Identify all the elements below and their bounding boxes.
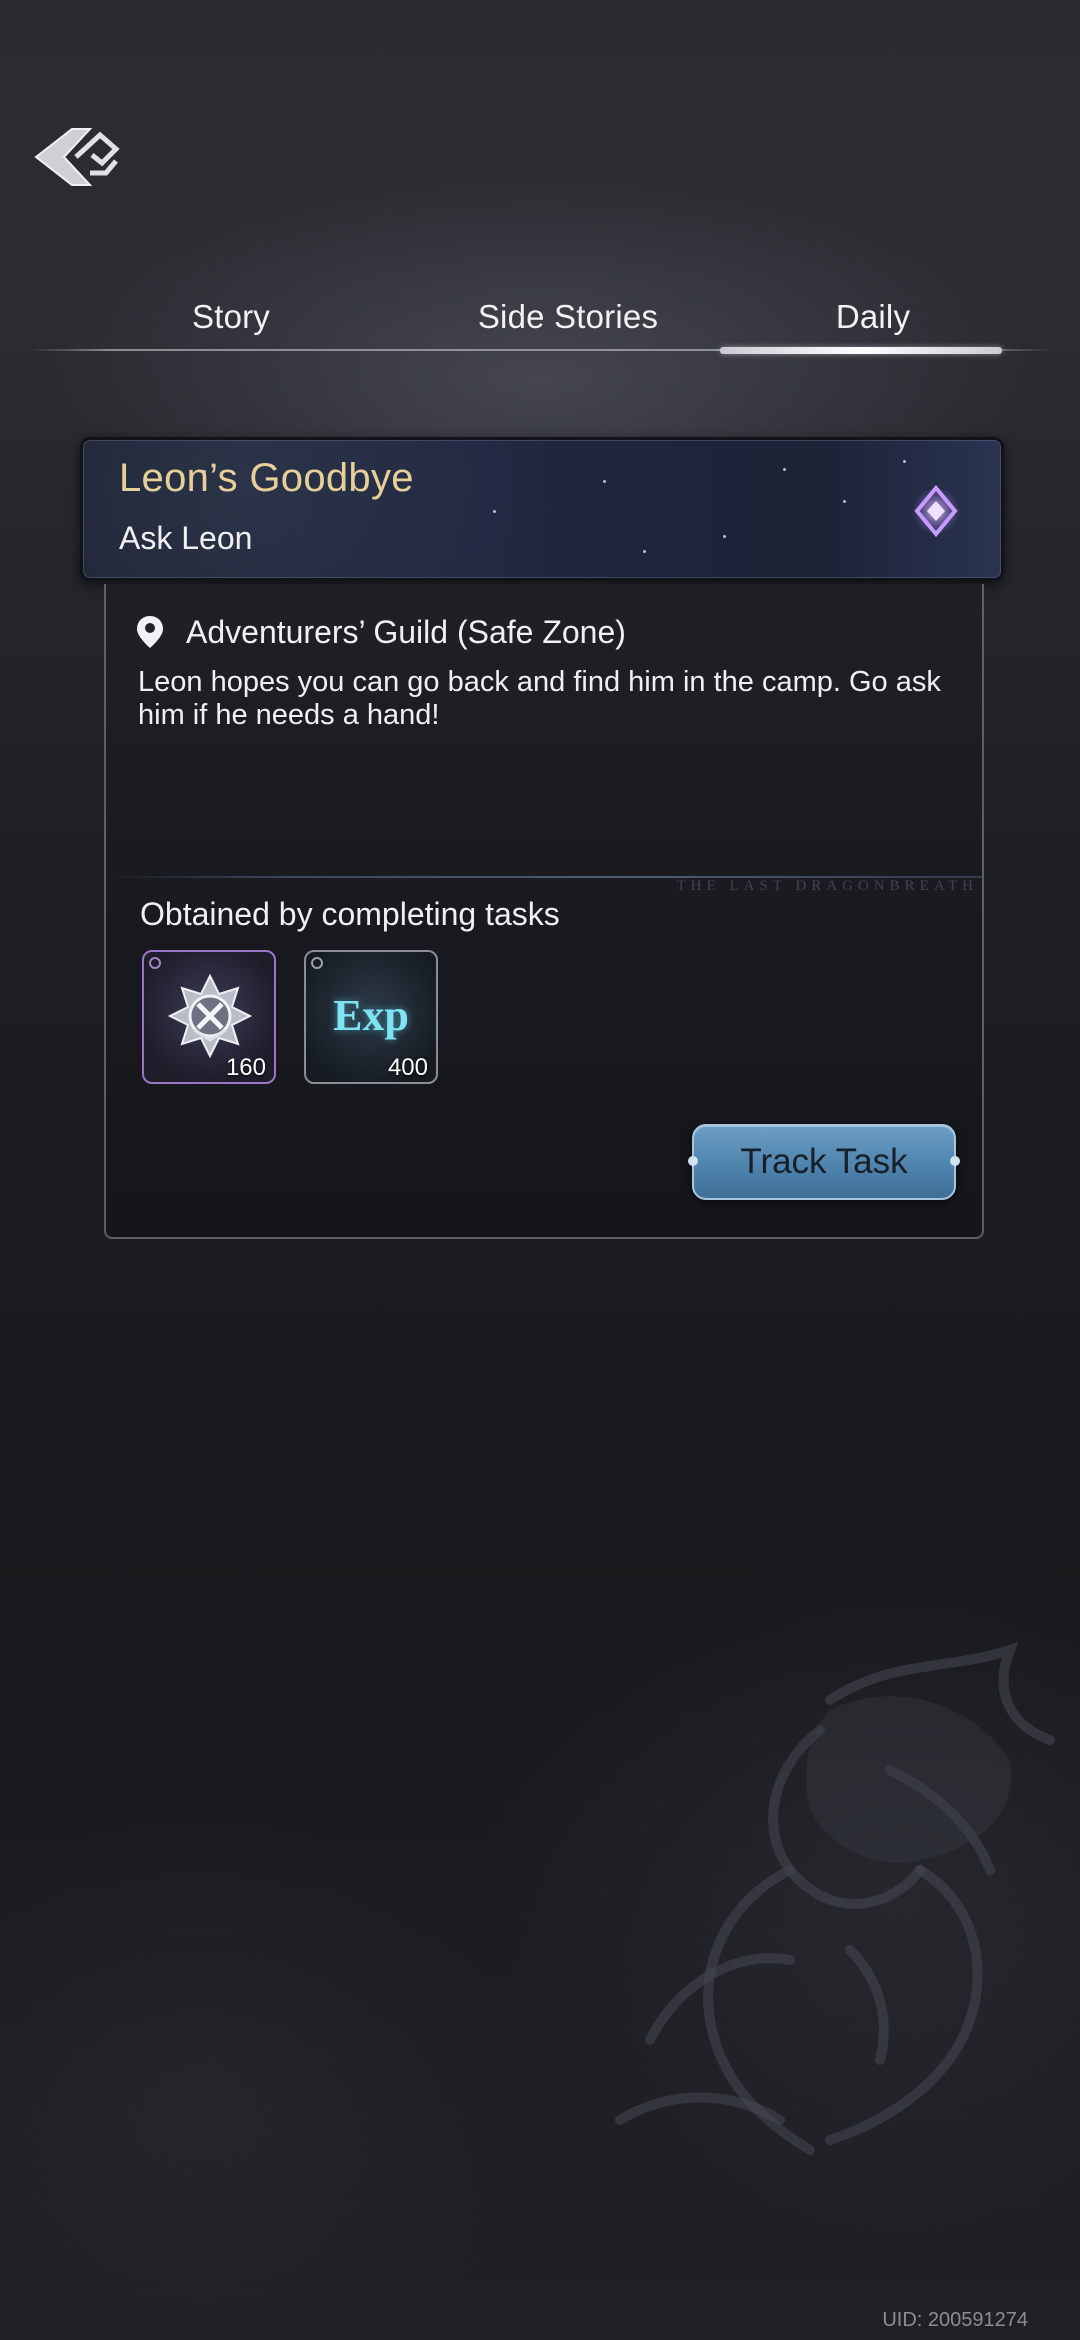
star-decoration bbox=[643, 550, 646, 553]
active-tab-indicator bbox=[720, 347, 1002, 354]
corner-ornament bbox=[311, 957, 323, 969]
emblem-icon bbox=[167, 973, 253, 1059]
track-task-button[interactable]: Track Task bbox=[688, 1124, 960, 1200]
reward-count: 400 bbox=[387, 1054, 428, 1081]
corner-ornament bbox=[149, 957, 161, 969]
star-decoration bbox=[783, 468, 786, 471]
back-arrow-icon bbox=[34, 128, 120, 186]
diamond-marker-icon bbox=[912, 484, 960, 538]
star-decoration bbox=[493, 510, 496, 513]
location-text: Adventurers’ Guild (Safe Zone) bbox=[186, 613, 626, 650]
quest-tabs: Story Side Stories Daily bbox=[28, 280, 1052, 356]
quest-description: Leon hopes you can go back and find him … bbox=[138, 666, 941, 731]
quest-title: Leon’s Goodbye bbox=[119, 456, 414, 500]
location-pin-icon bbox=[137, 616, 163, 648]
reward-count: 160 bbox=[225, 1054, 266, 1081]
quest-header-card[interactable]: Leon’s Goodbye Ask Leon bbox=[80, 437, 1004, 581]
star-decoration bbox=[843, 500, 846, 503]
button-ornament bbox=[950, 1156, 960, 1166]
dragon-emblem-decoration bbox=[615, 1641, 1055, 2155]
star-decoration bbox=[723, 535, 726, 538]
reward-item-emblem[interactable]: 160 bbox=[142, 950, 276, 1084]
location-row: Adventurers’ Guild (Safe Zone) bbox=[136, 610, 626, 654]
back-button[interactable] bbox=[30, 115, 126, 199]
track-task-label: Track Task bbox=[740, 1142, 908, 1181]
watermark-text: THE LAST DRAGONBREATH bbox=[676, 878, 978, 894]
star-decoration bbox=[603, 480, 606, 483]
user-id-text: UID: 200591274 bbox=[882, 2309, 1028, 2331]
button-ornament bbox=[688, 1156, 698, 1166]
quest-detail-panel: Adventurers’ Guild (Safe Zone) Leon hope… bbox=[104, 584, 984, 1239]
star-decoration bbox=[903, 460, 906, 463]
rewards-label: Obtained by completing tasks bbox=[140, 896, 560, 932]
tab-daily[interactable]: Daily bbox=[718, 292, 1028, 342]
exp-icon: Exp bbox=[333, 991, 409, 1040]
reward-item-exp[interactable]: Exp 400 bbox=[304, 950, 438, 1084]
quest-objective: Ask Leon bbox=[119, 520, 253, 556]
